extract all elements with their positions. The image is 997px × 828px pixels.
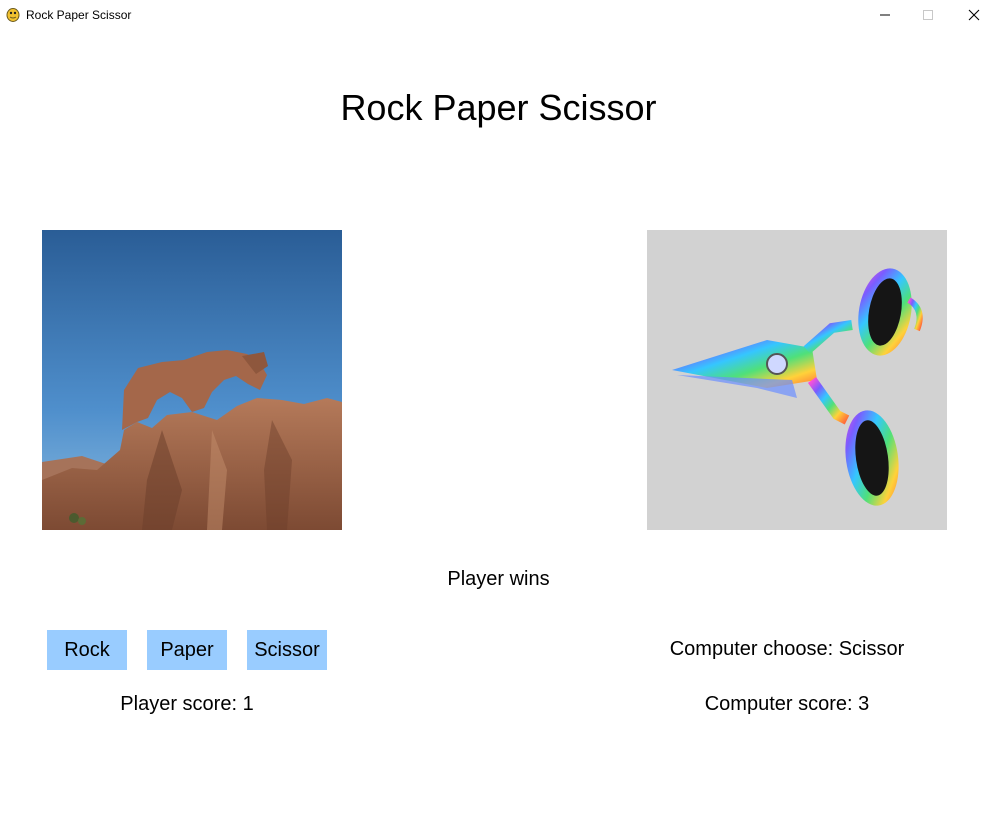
close-button[interactable] bbox=[951, 0, 997, 30]
round-result-text: Player wins bbox=[447, 568, 550, 590]
maximize-icon bbox=[923, 10, 933, 20]
scissor-button[interactable]: Scissor bbox=[247, 630, 327, 670]
player-score-text: Player score: 1 bbox=[120, 693, 254, 715]
computer-choice-text: Computer choose: Scissor bbox=[669, 638, 905, 660]
window-titlebar: Rock Paper Scissor bbox=[0, 0, 997, 30]
minimize-icon bbox=[880, 14, 890, 16]
game-title: Rock Paper Scissor bbox=[340, 87, 657, 128]
computer-choice-scissors-image bbox=[647, 230, 947, 530]
close-icon bbox=[968, 9, 980, 21]
computer-score-text: Computer score: 3 bbox=[704, 693, 870, 715]
maximize-button[interactable] bbox=[905, 0, 951, 30]
player-choice-rock-image bbox=[42, 230, 342, 530]
pygame-icon bbox=[6, 7, 20, 22]
paper-button[interactable]: Paper bbox=[147, 630, 227, 670]
rock-button[interactable]: Rock bbox=[47, 630, 127, 670]
minimize-button[interactable] bbox=[862, 0, 908, 30]
window-title: Rock Paper Scissor bbox=[26, 8, 132, 22]
